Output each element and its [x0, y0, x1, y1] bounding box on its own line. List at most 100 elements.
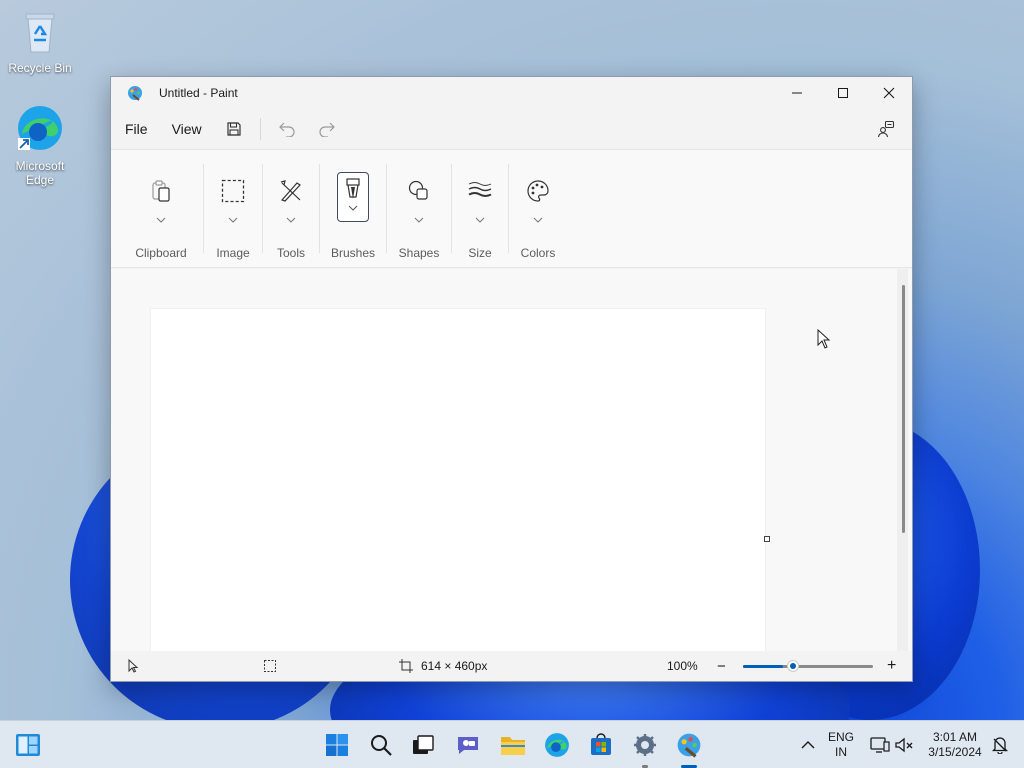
minimize-button[interactable] — [774, 77, 820, 109]
settings-app-icon — [634, 734, 656, 756]
chevron-down-icon — [475, 210, 485, 223]
store-icon — [591, 733, 611, 755]
store-button[interactable] — [587, 731, 615, 759]
maximize-button[interactable] — [820, 77, 866, 109]
title-bar[interactable]: Untitled - Paint — [111, 77, 912, 109]
selection-icon — [217, 174, 249, 208]
save-icon — [227, 122, 241, 136]
ribbon-group-colors[interactable]: Colors — [509, 150, 567, 267]
notifications-button[interactable] — [986, 731, 1014, 759]
start-button[interactable] — [323, 731, 351, 759]
task-view-button[interactable] — [409, 731, 437, 759]
task-view-icon — [413, 735, 434, 754]
menu-view[interactable]: View — [164, 115, 210, 143]
shapes-icon — [403, 174, 435, 208]
start-icon — [326, 734, 348, 756]
palette-icon — [522, 174, 554, 208]
maximize-icon — [838, 88, 848, 98]
close-icon — [883, 87, 895, 99]
redo-button[interactable] — [311, 115, 343, 143]
brush-icon — [346, 178, 360, 199]
vertical-scrollbar[interactable] — [897, 269, 908, 651]
redo-icon — [319, 122, 335, 137]
chevron-up-icon — [801, 741, 815, 749]
chevron-down-icon — [414, 210, 424, 223]
undo-button[interactable] — [271, 115, 303, 143]
brush-button-active[interactable] — [337, 172, 369, 222]
search-button[interactable] — [367, 731, 395, 759]
file-explorer-button[interactable] — [499, 731, 527, 759]
show-hidden-icons-button[interactable] — [794, 731, 822, 759]
edge-taskbar-button[interactable] — [543, 731, 571, 759]
ribbon-group-image[interactable]: Image — [204, 150, 262, 267]
language-line1: ENG — [827, 730, 854, 744]
file-explorer-icon — [501, 737, 525, 755]
zoom-out-button[interactable]: − — [717, 658, 726, 675]
ribbon-group-label: Image — [216, 246, 250, 260]
chevron-down-icon — [156, 210, 166, 223]
menu-file[interactable]: File — [117, 115, 156, 143]
share-button[interactable] — [870, 115, 902, 143]
desktop-icon-label: Microsoft Edge — [15, 159, 65, 187]
recycle-bin-icon — [0, 10, 80, 57]
canvas-size-text: 614 × 460px — [421, 659, 488, 673]
clipboard-icon — [145, 174, 177, 208]
save-button[interactable] — [218, 115, 250, 143]
vertical-scroll-thumb[interactable] — [902, 285, 905, 533]
notification-bell-icon — [991, 737, 1009, 754]
search-icon — [371, 735, 392, 756]
close-button[interactable] — [866, 77, 912, 109]
mouse-pointer-icon — [817, 328, 831, 354]
ribbon-group-label: Colors — [520, 246, 556, 260]
ribbon-group-shapes[interactable]: Shapes — [387, 150, 451, 267]
clock-time: 3:01 AM — [932, 730, 978, 744]
clock-date: 3/15/2024 — [928, 745, 982, 759]
desktop-icon-recycle-bin[interactable]: Recycle Bin — [0, 10, 80, 75]
volume-button[interactable] — [890, 731, 918, 759]
ribbon-group-brushes[interactable]: Brushes — [320, 150, 386, 267]
drawing-canvas[interactable] — [151, 309, 765, 651]
chevron-down-icon — [228, 210, 238, 223]
tools-icon — [275, 174, 307, 208]
chevron-down-icon — [348, 205, 358, 211]
ribbon-group-tools[interactable]: Tools — [263, 150, 319, 267]
zoom-in-button[interactable]: + — [887, 657, 896, 675]
network-icon — [870, 737, 890, 753]
pointer-position-icon — [127, 659, 139, 673]
taskbar: ENG IN 3:01 AM 3/15/2024 — [0, 720, 1024, 768]
paint-app-icon — [127, 85, 143, 101]
ribbon-group-size[interactable]: Size — [452, 150, 508, 267]
menu-bar: File View — [111, 109, 912, 149]
paint-taskbar-button[interactable] — [675, 731, 703, 759]
minimize-icon — [792, 92, 802, 94]
size-icon — [464, 174, 496, 208]
chat-icon — [458, 737, 478, 754]
widgets-button[interactable] — [14, 731, 42, 759]
status-bar: 614 × 460px 100% − + — [111, 651, 912, 681]
selection-size-icon — [263, 659, 277, 673]
paint-icon — [677, 733, 701, 758]
canvas-area[interactable] — [111, 269, 912, 651]
zoom-slider-fill — [743, 665, 784, 668]
canvas-resize-handle[interactable] — [764, 536, 770, 542]
ribbon: Clipboard Image Tools Brushes Shapes Siz… — [111, 149, 912, 268]
ribbon-group-label: Clipboard — [135, 246, 187, 260]
widgets-icon — [16, 734, 40, 756]
language-line2: IN — [835, 745, 847, 759]
zoom-slider-thumb[interactable] — [787, 660, 800, 672]
paint-window: Untitled - Paint File View Clipboard Ima… — [110, 76, 913, 682]
zoom-slider[interactable] — [743, 660, 873, 672]
desktop-icon-edge[interactable]: Microsoft Edge — [0, 104, 80, 187]
zoom-level-text[interactable]: 100% — [667, 659, 698, 673]
language-indicator[interactable]: ENG IN — [824, 730, 858, 760]
canvas-size-indicator: 614 × 460px — [399, 659, 487, 673]
chat-button[interactable] — [454, 731, 482, 759]
window-title: Untitled - Paint — [159, 86, 238, 100]
settings-taskbar-button[interactable] — [631, 731, 659, 759]
clock[interactable]: 3:01 AM 3/15/2024 — [922, 730, 988, 760]
share-icon — [877, 120, 895, 138]
toolbar-divider — [259, 118, 261, 140]
ribbon-group-label: Shapes — [398, 246, 440, 260]
ribbon-group-label: Tools — [276, 246, 305, 260]
ribbon-group-clipboard[interactable]: Clipboard — [119, 150, 203, 267]
